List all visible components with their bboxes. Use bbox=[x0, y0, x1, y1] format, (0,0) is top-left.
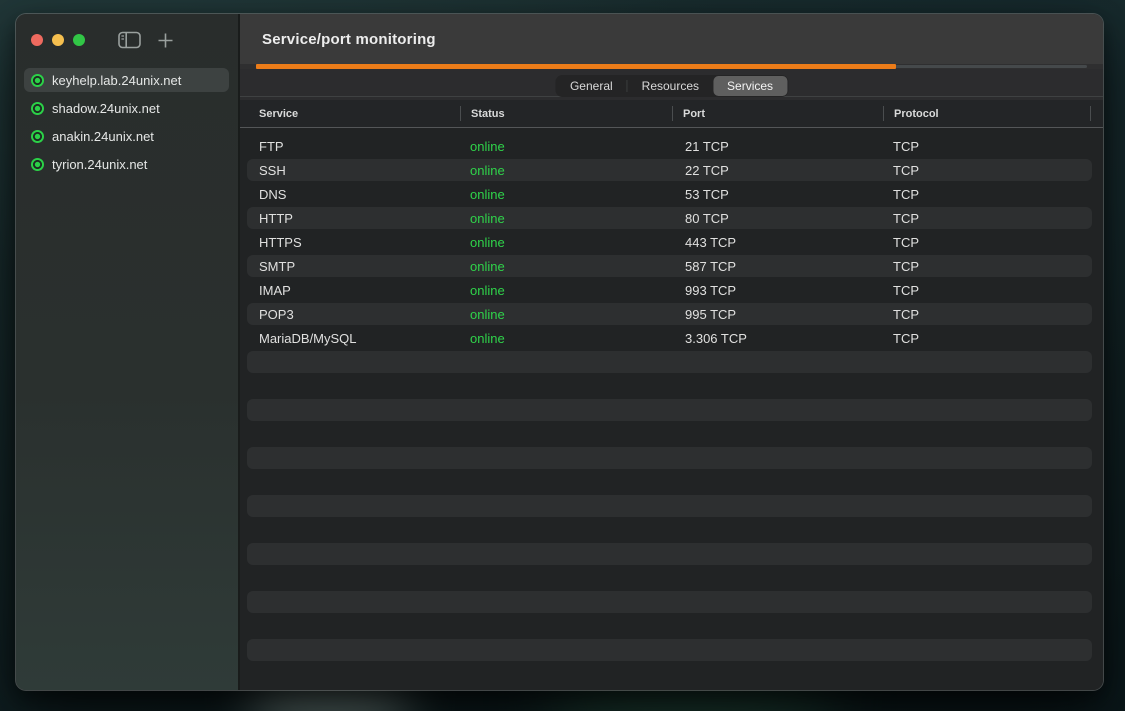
table-row-empty bbox=[240, 590, 1103, 614]
app-window: keyhelp.lab.24unix.net shadow.24unix.net… bbox=[16, 14, 1103, 690]
table-row-empty bbox=[240, 638, 1103, 662]
tab-services[interactable]: Services bbox=[713, 76, 787, 96]
table-row-empty bbox=[240, 518, 1103, 542]
table-row-empty bbox=[240, 398, 1103, 422]
cell-service: POP3 bbox=[240, 307, 460, 322]
column-header-service[interactable]: Service bbox=[240, 100, 460, 127]
sidebar-item-server[interactable]: tyrion.24unix.net bbox=[24, 152, 229, 176]
cell-port: 53 TCP bbox=[672, 187, 883, 202]
cell-protocol: TCP bbox=[883, 235, 1090, 250]
cell-port: 993 TCP bbox=[672, 283, 883, 298]
cell-status: online bbox=[460, 163, 672, 178]
tab-resources[interactable]: Resources bbox=[628, 76, 713, 96]
tab-general[interactable]: General bbox=[556, 76, 627, 96]
table-row-empty bbox=[240, 374, 1103, 398]
column-header-status[interactable]: Status bbox=[460, 100, 672, 127]
table-row-empty bbox=[240, 614, 1103, 638]
column-header-protocol[interactable]: Protocol bbox=[883, 100, 1090, 127]
cell-service: FTP bbox=[240, 139, 460, 154]
table-row[interactable]: MariaDB/MySQLonline3.306 TCPTCP bbox=[240, 326, 1103, 350]
server-online-status-icon bbox=[31, 102, 44, 115]
table-row-empty bbox=[240, 494, 1103, 518]
page-title: Service/port monitoring bbox=[262, 31, 436, 48]
sidebar-item-server[interactable]: shadow.24unix.net bbox=[24, 96, 229, 120]
table-row[interactable]: FTPonline21 TCPTCP bbox=[240, 134, 1103, 158]
progress-track bbox=[256, 65, 1087, 68]
cell-status: online bbox=[460, 331, 672, 346]
table-row[interactable]: HTTPSonline443 TCPTCP bbox=[240, 230, 1103, 254]
cell-protocol: TCP bbox=[883, 163, 1090, 178]
table-row-empty bbox=[240, 446, 1103, 470]
table-row-empty bbox=[240, 662, 1103, 686]
cell-port: 3.306 TCP bbox=[672, 331, 883, 346]
cell-protocol: TCP bbox=[883, 259, 1090, 274]
server-name: tyrion.24unix.net bbox=[52, 157, 147, 172]
table-row-empty bbox=[240, 422, 1103, 446]
cell-service: HTTPS bbox=[240, 235, 460, 250]
zoom-button[interactable] bbox=[73, 34, 85, 46]
sidebar-item-server[interactable]: anakin.24unix.net bbox=[24, 124, 229, 148]
cell-service: HTTP bbox=[240, 211, 460, 226]
cell-port: 995 TCP bbox=[672, 307, 883, 322]
server-list: keyhelp.lab.24unix.net shadow.24unix.net… bbox=[16, 62, 238, 180]
column-header-filler bbox=[1090, 100, 1103, 127]
minimize-button[interactable] bbox=[52, 34, 64, 46]
sidebar-item-server[interactable]: keyhelp.lab.24unix.net bbox=[24, 68, 229, 92]
server-online-status-icon bbox=[31, 130, 44, 143]
table-row[interactable]: DNSonline53 TCPTCP bbox=[240, 182, 1103, 206]
cell-status: online bbox=[460, 235, 672, 250]
server-online-status-icon bbox=[31, 158, 44, 171]
sidebar: keyhelp.lab.24unix.net shadow.24unix.net… bbox=[16, 14, 240, 690]
cell-status: online bbox=[460, 187, 672, 202]
sidebar-titlebar bbox=[16, 14, 238, 62]
cell-protocol: TCP bbox=[883, 283, 1090, 298]
server-online-status-icon bbox=[31, 74, 44, 87]
add-server-button[interactable] bbox=[157, 32, 174, 49]
server-name: keyhelp.lab.24unix.net bbox=[52, 73, 181, 88]
cell-protocol: TCP bbox=[883, 307, 1090, 322]
table-row[interactable]: SMTPonline587 TCPTCP bbox=[240, 254, 1103, 278]
cell-status: online bbox=[460, 283, 672, 298]
cell-service: IMAP bbox=[240, 283, 460, 298]
cell-port: 21 TCP bbox=[672, 139, 883, 154]
table-row[interactable]: HTTPonline80 TCPTCP bbox=[240, 206, 1103, 230]
table-row[interactable]: IMAPonline993 TCPTCP bbox=[240, 278, 1103, 302]
server-name: anakin.24unix.net bbox=[52, 129, 154, 144]
tab-segmented-control: General Resources Services bbox=[555, 75, 788, 97]
cell-status: online bbox=[460, 211, 672, 226]
table-row[interactable]: POP3online995 TCPTCP bbox=[240, 302, 1103, 326]
cell-status: online bbox=[460, 259, 672, 274]
cell-service: SMTP bbox=[240, 259, 460, 274]
table-body: FTPonline21 TCPTCPSSHonline22 TCPTCPDNSo… bbox=[240, 128, 1103, 690]
cell-status: online bbox=[460, 307, 672, 322]
cell-service: MariaDB/MySQL bbox=[240, 331, 460, 346]
table-row-empty bbox=[240, 350, 1103, 374]
cell-service: SSH bbox=[240, 163, 460, 178]
cell-port: 80 TCP bbox=[672, 211, 883, 226]
cell-protocol: TCP bbox=[883, 187, 1090, 202]
cell-protocol: TCP bbox=[883, 211, 1090, 226]
tab-bar: General Resources Services bbox=[240, 69, 1103, 100]
column-header-port[interactable]: Port bbox=[672, 100, 883, 127]
cell-protocol: TCP bbox=[883, 139, 1090, 154]
table-header: Service Status Port Protocol bbox=[240, 100, 1103, 128]
table-row-empty bbox=[240, 470, 1103, 494]
main-pane: Service/port monitoring General Resource… bbox=[240, 14, 1103, 690]
table-row-empty bbox=[240, 566, 1103, 590]
services-table: Service Status Port Protocol FTPonline21… bbox=[240, 100, 1103, 690]
table-row[interactable]: SSHonline22 TCPTCP bbox=[240, 158, 1103, 182]
toggle-sidebar-button[interactable] bbox=[118, 31, 141, 49]
cell-port: 587 TCP bbox=[672, 259, 883, 274]
cell-port: 443 TCP bbox=[672, 235, 883, 250]
cell-service: DNS bbox=[240, 187, 460, 202]
cell-port: 22 TCP bbox=[672, 163, 883, 178]
cell-protocol: TCP bbox=[883, 331, 1090, 346]
close-button[interactable] bbox=[31, 34, 43, 46]
cell-status: online bbox=[460, 139, 672, 154]
sidebar-toggle-icon bbox=[118, 31, 141, 49]
plus-icon bbox=[157, 32, 174, 49]
window-toolbar: Service/port monitoring bbox=[240, 14, 1103, 64]
server-name: shadow.24unix.net bbox=[52, 101, 160, 116]
table-row-empty bbox=[240, 542, 1103, 566]
